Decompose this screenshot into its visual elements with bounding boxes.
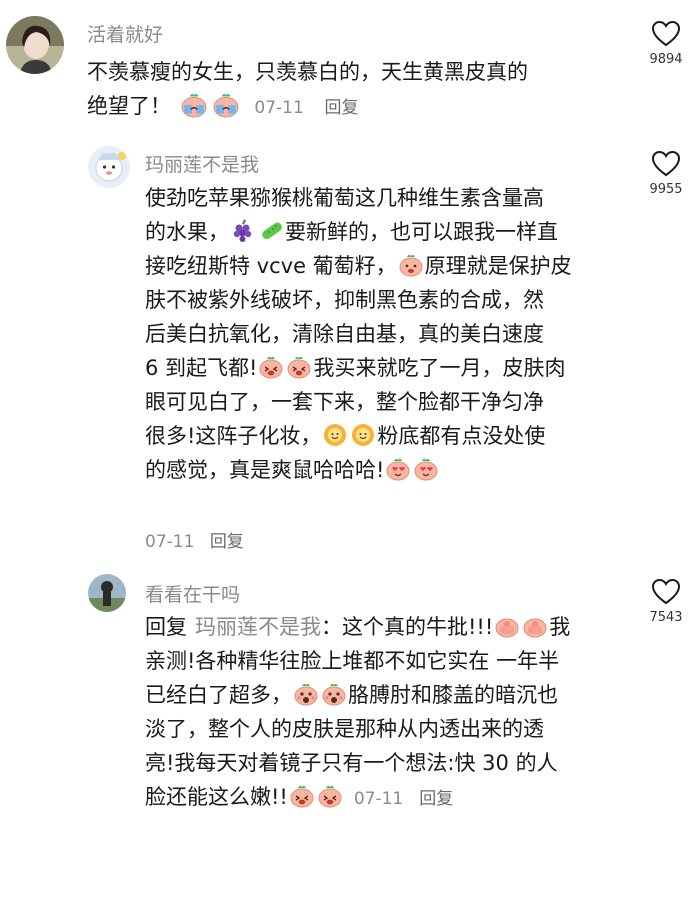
shy-peach-emoji (398, 253, 424, 277)
like-count: 9894 (649, 52, 683, 67)
comment-line-text: 粉底都有点没处使 (377, 424, 546, 448)
love-peach-emoji (385, 457, 411, 481)
username[interactable]: 玛丽莲不是我 (145, 150, 259, 177)
username[interactable]: 活着就好 (87, 20, 163, 47)
like-button[interactable]: 9894 (644, 20, 688, 67)
comment-line: 亲测!各种精华往脸上堆都不如它实在 一年半 (145, 649, 560, 673)
username[interactable]: 看看在干吗 (145, 580, 240, 607)
comment-line-text: 的水果， (145, 220, 229, 244)
comment-date: 07-11 (254, 98, 304, 118)
comment-line-text: 我 (549, 615, 571, 639)
comment-text: 回复 玛丽莲不是我：这个真的牛批!!! 我 亲测!各种精华往脸上堆都不如它实在 一年… (145, 610, 635, 814)
avatar[interactable] (88, 574, 126, 612)
comment-date: 07-11 (353, 789, 404, 809)
comment-line-text: 6 到起飞都! (145, 356, 258, 380)
comment-line-text: 要新鲜的，也可以跟我一样直 (285, 220, 558, 244)
scream-peach-emoji (293, 682, 319, 706)
comment-line: 淡了，整个人的皮肤是那种从内透出来的透 (145, 717, 544, 741)
comment-line: 亮!我每天对着镜子只有一个想法:快 30 的人 (145, 751, 558, 775)
comment-line: 回复 玛丽莲不是我：这个真的牛批!!! 我 (145, 610, 635, 644)
cucumber-emoji (258, 219, 284, 243)
comment-line-text: 已经白了超多， (145, 683, 292, 707)
avatar-image (6, 16, 64, 74)
comment-line-text: ：这个真的牛批!!! (321, 615, 494, 639)
comment-line: 的水果， 要新鲜的，也可以跟我一样直 (145, 215, 635, 249)
avatar[interactable] (88, 146, 130, 188)
thumbs-up-peach-emoji (522, 614, 548, 638)
excited-peach-emoji (289, 784, 315, 808)
comment-line: 脸还能这么嫩!! 07-11 回复 (145, 780, 635, 814)
excited-peach-emoji (317, 784, 343, 808)
comment-line-text: 绝望了！ (87, 94, 171, 118)
comment-line-text: 很多!这阵子化妆， (145, 424, 322, 448)
comment-text: 使劲吃苹果猕猴桃葡萄这几种维生素含量高 的水果， 要新鲜的，也可以跟我一样直 接吃… (145, 181, 635, 487)
comment-meta: 07-11 回复 (145, 527, 254, 552)
reply-button[interactable]: 回复 (419, 789, 453, 809)
sun-smile-emoji (322, 423, 348, 447)
sun-smile-emoji (350, 423, 376, 447)
avatar[interactable] (6, 16, 64, 74)
comment-line: 肤不被紫外线破坏，抑制黑色素的合成，然 (145, 288, 544, 312)
heart-icon (651, 150, 681, 178)
heart-icon (651, 578, 681, 606)
comment-line: 6 到起飞都! 我买来就吃了一月，皮肤肉 (145, 351, 635, 385)
comment-line: 眼可见白了，一套下来，整个脸都干净匀净 (145, 390, 544, 414)
crying-peach-emoji (179, 92, 209, 118)
scream-peach-emoji (321, 682, 347, 706)
comment-line: 使劲吃苹果猕猴桃葡萄这几种维生素含量高 (145, 186, 544, 210)
comment-line: 很多!这阵子化妆， 粉底都有点没处使 (145, 419, 635, 453)
avatar-image (88, 146, 130, 188)
comment-line-text: 的感觉，真是爽鼠哈哈哈! (145, 458, 385, 482)
comment-line: 后美白抗氧化，清除自由基，真的美白速度 (145, 322, 544, 346)
reply-button[interactable]: 回复 (324, 98, 358, 118)
like-button[interactable]: 9955 (644, 150, 688, 197)
comment-line: 绝望了！ 07-11 回复 (87, 89, 627, 123)
reply-prefix: 回复 (145, 615, 187, 639)
like-count: 7543 (649, 610, 683, 625)
excited-peach-emoji (286, 355, 312, 379)
like-button[interactable]: 7543 (644, 578, 688, 625)
comment-line-text: 我买来就吃了一月，皮肤肉 (313, 356, 566, 380)
comment-line-text: 脸还能这么嫩!! (145, 785, 288, 809)
love-peach-emoji (413, 457, 439, 481)
comment-line: 接吃纽斯特 vcve 葡萄籽， 原理就是保护皮 (145, 249, 635, 283)
like-count: 9955 (649, 182, 683, 197)
comment-line: 不羡慕瘦的女生，只羡慕白的，天生黄黑皮真的 (87, 60, 528, 84)
thumbs-up-peach-emoji (494, 614, 520, 638)
comment-line-text: 原理就是保护皮 (424, 254, 572, 278)
grape-emoji (230, 219, 256, 243)
comment-line-text: 胳膊肘和膝盖的暗沉也 (348, 683, 558, 707)
comment-date: 07-11 (145, 532, 195, 552)
comment-line: 已经白了超多， 胳膊肘和膝盖的暗沉也 (145, 678, 635, 712)
reply-button[interactable]: 回复 (210, 527, 244, 552)
excited-peach-emoji (258, 355, 284, 379)
heart-icon (651, 20, 681, 48)
crying-peach-emoji (211, 92, 241, 118)
mention-link[interactable]: 玛丽莲不是我 (195, 615, 321, 639)
comment-line-text: 接吃纽斯特 vcve 葡萄籽， (145, 254, 397, 278)
comment-line: 的感觉，真是爽鼠哈哈哈! (145, 453, 635, 487)
comment-text: 不羡慕瘦的女生，只羡慕白的，天生黄黑皮真的 绝望了！ 07-11 回复 (87, 55, 627, 123)
avatar-image (88, 574, 126, 612)
